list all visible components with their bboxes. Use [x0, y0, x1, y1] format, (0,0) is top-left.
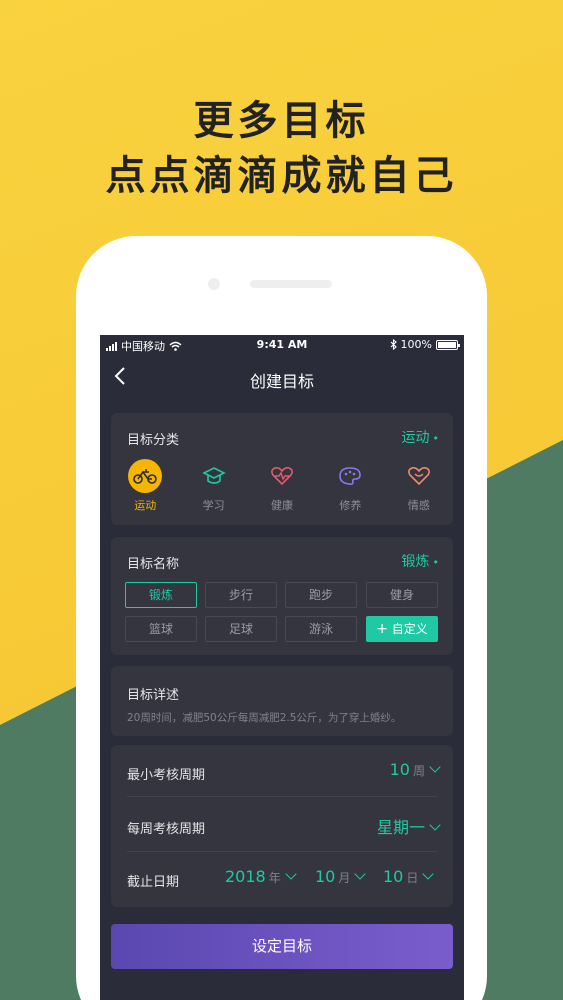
category-item-study[interactable]: 学习 [179, 459, 247, 513]
min-period-picker[interactable]: 10 周 [389, 760, 441, 779]
period-settings-card: 最小考核周期 10 周 每周考核周期 星期一 截止日期 2018 年 10 月 10 日 [111, 745, 453, 907]
deadline-label: 截止日期 [127, 875, 180, 890]
plus-icon: + [376, 621, 388, 637]
camera-icon [208, 278, 220, 290]
category-item-cultivation[interactable]: 修养 [316, 459, 384, 513]
min-period-label: 最小考核周期 [127, 768, 206, 783]
chip-exercise[interactable]: 锻炼 [125, 582, 197, 608]
category-item-sport[interactable]: 运动 [111, 459, 179, 513]
goal-name-selected: 锻炼 [402, 551, 440, 571]
deadline-day: 10 [383, 867, 404, 886]
category-selected: 运动 [402, 427, 440, 447]
category-item-label: 修养 [339, 499, 362, 512]
chip-basketball[interactable]: 篮球 [125, 616, 197, 642]
category-item-label: 健康 [271, 499, 294, 512]
weekly-period-label: 每周考核周期 [127, 822, 206, 837]
chip-football[interactable]: 足球 [205, 616, 277, 642]
heartbeat-icon [265, 459, 299, 493]
deadline-month-picker[interactable]: 10 月 [315, 867, 367, 886]
category-item-health[interactable]: 健康 [248, 459, 316, 513]
min-period-value: 10 [389, 760, 410, 779]
battery-icon [436, 339, 460, 350]
category-label: 目标分类 [127, 433, 180, 448]
day-unit: 日 [406, 871, 419, 885]
status-bar: 中国移动 9:41 AM 100% [100, 335, 464, 355]
divider [127, 796, 437, 797]
palette-icon [333, 459, 367, 493]
add-custom-button[interactable]: + 自定义 [366, 616, 438, 642]
goal-detail-text: 20周时间，减肥50公斤每周减肥2.5公斤，为了穿上婚纱。 [127, 712, 402, 724]
weekly-period-picker[interactable]: 星期一 [376, 814, 441, 838]
chip-run[interactable]: 跑步 [285, 582, 357, 608]
battery-percent: 100% [400, 338, 432, 351]
deadline-month: 10 [315, 867, 336, 886]
goal-name-card: 目标名称 锻炼 锻炼 步行 跑步 健身 篮球 足球 游泳 + 自定义 [111, 537, 453, 655]
chip-swim[interactable]: 游泳 [285, 616, 357, 642]
deadline-year: 2018 [225, 867, 266, 886]
goal-detail-card[interactable]: 目标详述 20周时间，减肥50公斤每周减肥2.5公斤，为了穿上婚纱。 [111, 666, 453, 736]
category-item-label: 运动 [134, 499, 157, 512]
category-item-label: 学习 [202, 499, 225, 512]
category-item-label: 情感 [407, 499, 430, 512]
headline-line-1: 更多目标 [193, 98, 370, 144]
min-period-unit: 周 [412, 764, 425, 778]
deadline-day-picker[interactable]: 10 日 [383, 867, 435, 886]
page-title: 创建目标 [249, 372, 314, 391]
chevron-down-icon [429, 761, 441, 773]
category-item-emotion[interactable]: 情感 [385, 459, 453, 513]
year-unit: 年 [268, 871, 281, 885]
chip-fitness[interactable]: 健身 [366, 582, 438, 608]
divider [127, 851, 437, 852]
add-custom-label: 自定义 [391, 622, 428, 636]
graduation-cap-icon [197, 459, 231, 493]
chevron-down-icon [429, 819, 441, 831]
category-card: 目标分类 运动 运动 [111, 413, 453, 525]
app-screen: 中国移动 9:41 AM 100% 创建目标 目标分类 运动 • 运动 学习 健… [100, 335, 464, 1000]
set-goal-button[interactable]: 设定目标 [111, 924, 453, 969]
goal-detail-label: 目标详述 [127, 688, 180, 703]
speaker-grille [250, 280, 332, 288]
deadline-year-picker[interactable]: 2018 年 [225, 867, 297, 886]
heart-icon [402, 459, 436, 493]
goal-name-label: 目标名称 [127, 557, 180, 572]
chevron-down-icon [422, 868, 435, 880]
headline-line-2: 点点滴滴成就自己 [105, 153, 458, 199]
chevron-down-icon [285, 868, 297, 880]
bluetooth-icon [390, 339, 397, 350]
chip-walk[interactable]: 步行 [205, 582, 277, 608]
bicycle-icon [128, 459, 163, 493]
weekly-period-value: 星期一 [376, 818, 425, 837]
month-unit: 月 [338, 871, 351, 885]
chevron-down-icon [354, 868, 367, 880]
nav-bar: 创建目标 [100, 363, 464, 393]
